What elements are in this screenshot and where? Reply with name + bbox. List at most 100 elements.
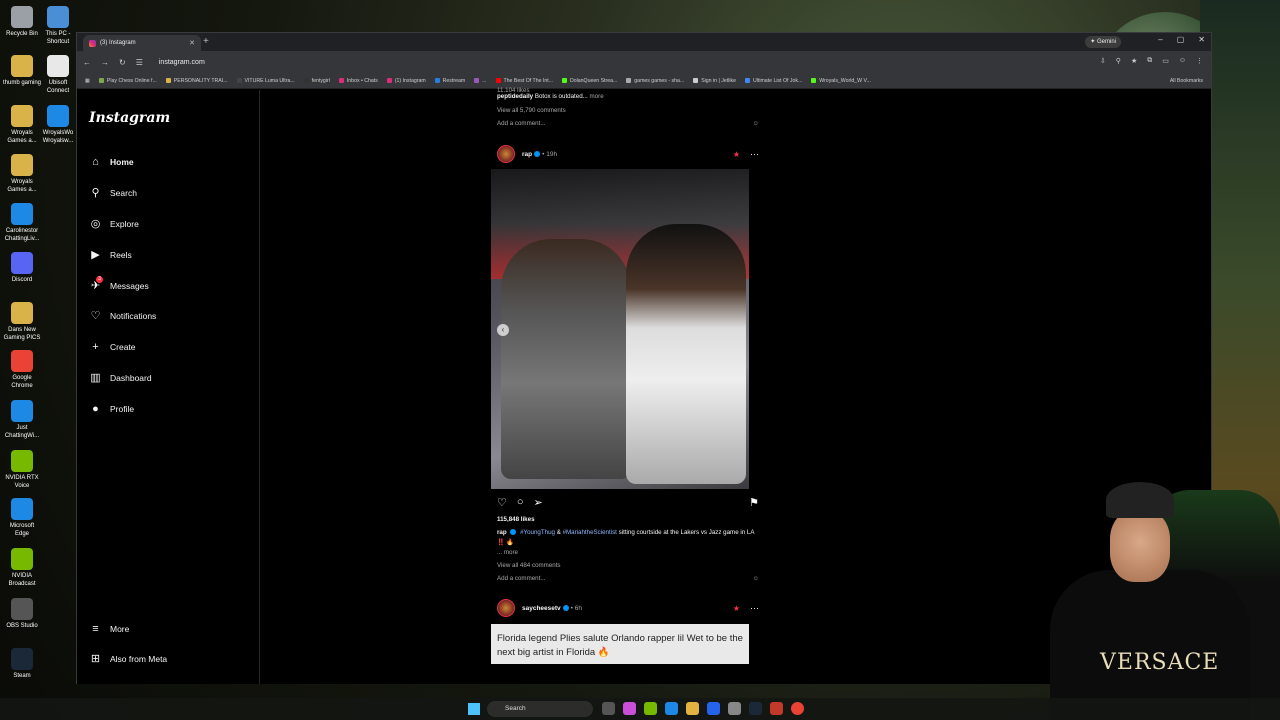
bookmark-item[interactable]: PERSONALITY TRAI... [165,78,228,84]
nav-item-search[interactable]: ⚲ Search [89,186,136,199]
zoom-icon[interactable]: ⚲ [1116,57,1121,65]
nav-item-reels[interactable]: ▶ Reels [89,248,131,261]
desktop-icon[interactable]: Microsoft Edge [2,498,42,538]
maximize-button[interactable]: ▢ [1177,35,1185,44]
apps-icon[interactable]: ▦ [85,78,90,84]
desktop-icon[interactable]: NVIDIA Broadcast [2,548,42,588]
nav-item-more[interactable]: ≡ More [89,622,129,635]
bookmark-item[interactable]: Ultimate List Of Jok... [744,78,802,84]
nav-item-dashboard[interactable]: ▥ Dashboard [89,371,151,384]
caption-more-link[interactable]: ... more [497,548,759,558]
bookmark-item[interactable]: VITURE Luma Ultra... [236,78,295,84]
desktop-icon[interactable]: Dans New Gaming PICS [2,302,42,342]
nvidia-icon[interactable] [644,702,657,715]
bookmark-item[interactable]: Restream [434,78,465,84]
prev-add-comment[interactable]: Add a comment... ☺ [497,119,759,129]
tab-instagram[interactable]: (3) Instagram ✕ [83,35,201,51]
next-post-options-icon[interactable]: ★ ··· [733,603,759,613]
bookmark-item[interactable]: DolanQueen Strea... [562,78,617,84]
bookmark-item[interactable]: The Best Of The Int... [495,78,553,84]
caption-user[interactable]: rap [497,529,507,536]
windows-start-icon[interactable] [468,703,480,715]
instagram-logo[interactable]: Instagram [89,110,170,126]
add-comment-input[interactable]: Add a comment... [497,574,546,584]
nav-item-messages[interactable]: ✈ Messages 3 [89,276,149,292]
menu-icon[interactable]: ⋮ [1196,57,1203,65]
steam-icon[interactable] [749,702,762,715]
chrome-icon[interactable] [791,702,804,715]
post-options-icon[interactable]: ★ ··· [733,149,759,159]
hashtag-mariahthescientist[interactable]: #MariahtheScientist [563,529,617,536]
all-bookmarks-button[interactable]: All Bookmarks [1170,78,1203,84]
like-icon[interactable]: ♡ [497,496,507,509]
nav-item-explore[interactable]: ◎ Explore [89,217,139,230]
install-icon[interactable]: ⇩ [1100,57,1106,65]
gemini-button[interactable]: ✦ Gemini [1085,36,1121,48]
add-comment[interactable]: Add a comment... ☺ [497,574,759,584]
bookmark-item[interactable]: (1) Instagram [386,78,426,84]
nav-item-home[interactable]: ⌂ Home [89,155,133,168]
post-likes[interactable]: 115,848 likes [497,515,759,525]
nav-item-create[interactable]: + Create [89,340,135,353]
desktop-icon[interactable]: Google Chrome [2,350,42,390]
bookmark-item[interactable]: Inbox • Chats [338,78,378,84]
bookmark-item[interactable]: Wroyals_World_W V... [811,78,871,84]
settings-icon[interactable] [728,702,741,715]
emoji-icon[interactable]: ☺ [753,119,759,129]
close-tab-icon[interactable]: ✕ [189,39,195,47]
bookmark-item[interactable]: fentygirl [303,78,330,84]
edge-icon[interactable] [665,702,678,715]
task-view-icon[interactable] [602,702,615,715]
post-username[interactable]: rap [522,151,532,158]
carousel-prev-icon[interactable]: ‹ [497,324,509,336]
file-explorer-icon[interactable] [686,702,699,715]
desktop-icon[interactable]: NVIDIA RTX Voice [2,450,42,490]
next-post-username[interactable]: saycheesetv [522,605,561,612]
desktop-icon[interactable]: thumb gaming [2,55,42,87]
avatar[interactable] [497,145,515,163]
prev-more-link[interactable]: more [588,93,604,100]
desktop-icon[interactable]: Ubisoft Connect [38,55,78,95]
desktop-icon[interactable]: Steam [2,648,42,680]
view-comments[interactable]: View all 484 comments [497,561,759,571]
profile-icon[interactable]: ☺ [1179,57,1186,65]
desktop-icon[interactable]: Just ChattingWi... [2,400,42,440]
bookmark-item[interactable]: Sign in | Jetlike [693,78,736,84]
nav-item-notifications[interactable]: ♡ Notifications [89,309,157,322]
bookmark-star-icon[interactable]: ★ [1131,57,1137,65]
new-tab-button[interactable]: + [203,36,209,47]
bookmark-item[interactable]: Play Chess Online f... [98,78,157,84]
comment-icon[interactable]: ○ [517,496,524,508]
desktop-icon[interactable]: OBS Studio [2,598,42,630]
store-icon[interactable] [707,702,720,715]
bookmark-item[interactable]: games games - sha... [626,78,684,84]
url-field[interactable]: instagram.com [159,59,205,66]
close-window-button[interactable]: ✕ [1198,35,1205,44]
taskbar-search[interactable]: Search [487,701,593,717]
desktop-icon[interactable]: WroyalsWo Wroyalsw... [38,105,78,145]
save-icon[interactable]: ⚑ [749,496,759,509]
next-avatar[interactable] [497,599,515,617]
desktop-icon[interactable]: Wroyals Games a... [2,105,42,145]
prev-caption-user[interactable]: peptidedaily [497,93,533,100]
prev-view-comments[interactable]: View all 5,790 comments [497,106,759,116]
back-icon[interactable]: ← [83,58,91,67]
copilot-icon[interactable] [623,702,636,715]
share-icon[interactable]: ➢ [534,496,543,509]
nav-item-profile[interactable]: ● Profile [89,402,134,415]
emoji-icon[interactable]: ☺ [753,574,759,584]
site-info-icon[interactable]: ☰ [136,58,143,67]
desktop-icon[interactable]: Carolinestor ChattingLiv... [2,203,42,243]
hashtag-youngthug[interactable]: #YoungThug [520,529,555,536]
prev-add-comment-input[interactable]: Add a comment... [497,119,546,129]
minimize-button[interactable]: – [1158,35,1162,44]
forward-icon[interactable]: → [101,58,109,67]
reload-icon[interactable]: ↻ [119,58,126,67]
desktop-icon[interactable]: This PC - Shortcut [38,6,78,46]
bookmark-item[interactable]: ... [474,78,487,84]
post-image[interactable]: ‹ [491,169,749,489]
extensions-icon[interactable]: ⧉ [1147,57,1152,65]
nav-item-also-from-meta[interactable]: ⊞ Also from Meta [89,652,167,665]
desktop-icon[interactable]: Discord [2,252,42,284]
app-icon[interactable] [770,702,783,715]
